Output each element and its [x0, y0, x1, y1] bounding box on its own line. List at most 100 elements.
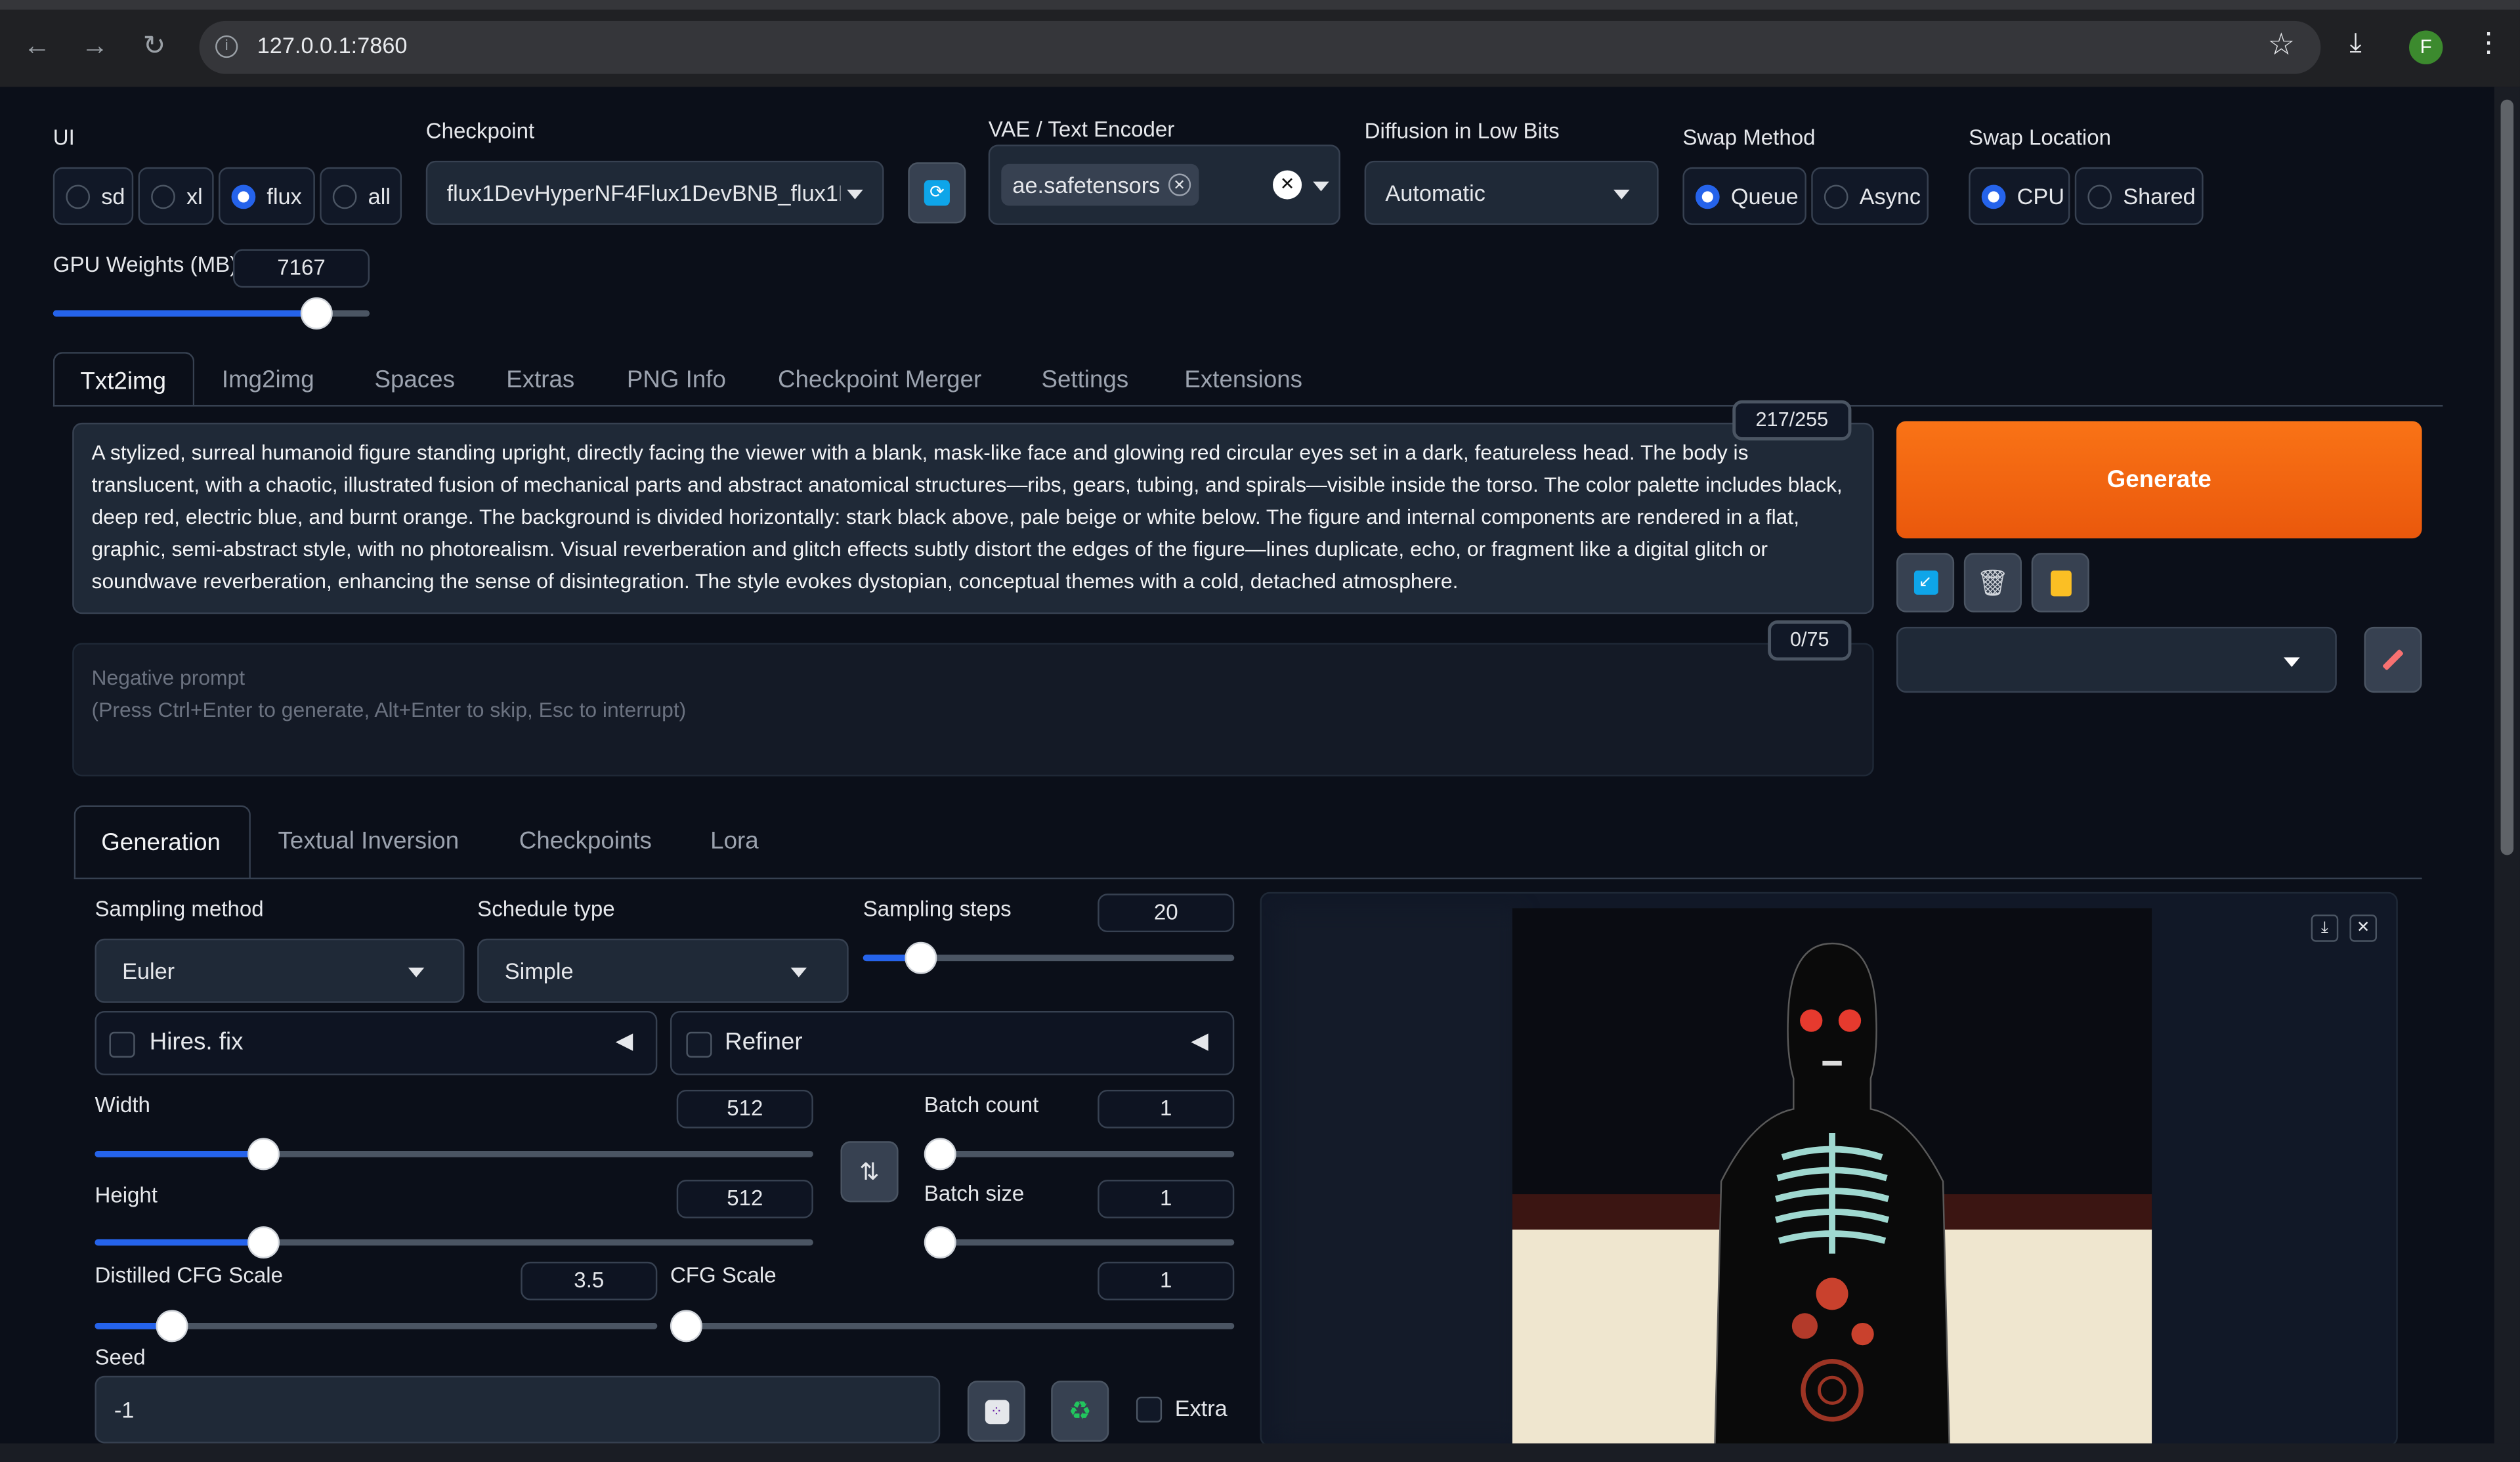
- ui-option-sd[interactable]: sd: [53, 167, 134, 225]
- remove-chip-icon[interactable]: ✕: [1168, 173, 1191, 196]
- tab-img2img[interactable]: Img2img: [222, 366, 314, 394]
- slider-thumb[interactable]: [670, 1310, 702, 1343]
- distilled-cfg-slider[interactable]: [95, 1310, 658, 1343]
- gpu-weights-slider[interactable]: [53, 297, 370, 330]
- batch-size-slider[interactable]: [924, 1226, 1235, 1259]
- vae-chip-label: ae.safetensors: [1012, 171, 1161, 198]
- edit-styles-button[interactable]: [2364, 626, 2422, 693]
- swap-dimensions-button[interactable]: ⇅: [840, 1141, 899, 1203]
- swap-location-shared[interactable]: Shared: [2074, 167, 2204, 225]
- vae-multiselect[interactable]: ae.safetensors ✕ ✕: [988, 144, 1340, 225]
- collapse-left-icon: ◀: [615, 1027, 633, 1053]
- clear-all-icon[interactable]: ✕: [1273, 170, 1302, 200]
- batch-count-slider[interactable]: [924, 1138, 1235, 1171]
- generated-image[interactable]: [1512, 908, 2152, 1446]
- chevron-down-icon[interactable]: [1313, 181, 1329, 192]
- refiner-checkbox[interactable]: [686, 1031, 712, 1058]
- sampling-steps-input[interactable]: 20: [1098, 893, 1235, 933]
- hires-fix-label: Hires. fix: [149, 1028, 244, 1056]
- back-icon[interactable]: ←: [19, 29, 54, 64]
- slider-thumb[interactable]: [924, 1226, 956, 1259]
- subtab-lora[interactable]: Lora: [710, 828, 759, 855]
- width-input[interactable]: 512: [676, 1089, 813, 1129]
- slider-thumb[interactable]: [247, 1226, 280, 1259]
- vae-chip: ae.safetensors ✕: [1001, 163, 1199, 206]
- swap-method-queue[interactable]: Queue: [1682, 167, 1806, 225]
- sampling-method-dropdown[interactable]: Euler: [95, 938, 465, 1003]
- negative-prompt-textarea[interactable]: Negative prompt (Press Ctrl+Enter to gen…: [72, 643, 1874, 777]
- generate-button[interactable]: Generate: [1896, 421, 2422, 539]
- refiner-accordion[interactable]: Refiner ◀: [670, 1010, 1235, 1075]
- forward-icon[interactable]: →: [77, 29, 113, 64]
- styles-dropdown[interactable]: [1896, 626, 2337, 693]
- slider-thumb[interactable]: [247, 1138, 280, 1171]
- gpu-weights-input[interactable]: 7167: [233, 249, 370, 288]
- tab-checkpoint-merger[interactable]: Checkpoint Merger: [778, 366, 981, 394]
- dice-icon: ⁘: [984, 1399, 1009, 1423]
- ui-option-all[interactable]: all: [320, 167, 402, 225]
- batch-size-input[interactable]: 1: [1098, 1180, 1235, 1218]
- profile-avatar[interactable]: F: [2409, 30, 2443, 64]
- tab-divider: [53, 404, 2443, 407]
- slider-thumb[interactable]: [924, 1138, 956, 1171]
- slider-thumb[interactable]: [299, 297, 332, 330]
- low-bits-dropdown[interactable]: Automatic: [1364, 160, 1659, 225]
- gallery-backdrop: [1277, 909, 1519, 1440]
- ui-option-xl[interactable]: xl: [138, 167, 214, 225]
- random-seed-button[interactable]: ⁘: [967, 1381, 1026, 1442]
- distilled-cfg-input[interactable]: 3.5: [521, 1261, 658, 1301]
- read-params-button[interactable]: ↙: [1896, 553, 1955, 613]
- download-icon[interactable]: ⤓: [2349, 28, 2361, 60]
- subtab-generation[interactable]: Generation: [74, 805, 251, 880]
- hires-fix-accordion[interactable]: Hires. fix ◀: [95, 1010, 658, 1075]
- page-scrollbar[interactable]: [2494, 87, 2520, 1446]
- width-slider[interactable]: [95, 1138, 813, 1171]
- tab-spaces[interactable]: Spaces: [374, 366, 455, 394]
- scrollbar-thumb[interactable]: [2500, 99, 2514, 855]
- checkpoint-dropdown[interactable]: flux1DevHyperNF4Flux1DevBNB_flux1De: [425, 160, 884, 225]
- menu-icon[interactable]: ⋮: [2475, 28, 2502, 60]
- download-image-icon[interactable]: ⤓: [2311, 914, 2339, 942]
- trash-icon: 🗑: [1976, 569, 2009, 597]
- cfg-scale-slider[interactable]: [670, 1310, 1235, 1343]
- close-image-icon[interactable]: ✕: [2349, 914, 2378, 942]
- address-bar[interactable]: [199, 20, 2321, 74]
- tab-settings[interactable]: Settings: [1041, 366, 1128, 394]
- extra-seed-checkbox[interactable]: [1136, 1396, 1163, 1423]
- refresh-checkpoint-button[interactable]: ⟳: [908, 162, 966, 224]
- site-info-icon[interactable]: i: [215, 35, 238, 58]
- refresh-icon: ⟳: [924, 180, 950, 206]
- swap-method-label: Swap Method: [1682, 125, 1816, 150]
- swap-arrows-icon: ⇅: [859, 1159, 880, 1186]
- swap-method-async[interactable]: Async: [1811, 167, 1929, 225]
- subtab-checkpoints[interactable]: Checkpoints: [519, 828, 652, 855]
- arrow-icon: ↙: [1913, 570, 1938, 595]
- swap-location-cpu[interactable]: CPU: [1969, 167, 2070, 225]
- clear-prompt-button[interactable]: 🗑: [1963, 553, 2022, 613]
- prompt-textarea[interactable]: A stylized, surreal humanoid figure stan…: [72, 422, 1874, 614]
- tab-extensions[interactable]: Extensions: [1184, 366, 1302, 394]
- hires-fix-checkbox[interactable]: [109, 1031, 135, 1058]
- slider-thumb[interactable]: [156, 1310, 188, 1343]
- sampling-steps-slider[interactable]: [863, 941, 1235, 974]
- schedule-type-dropdown[interactable]: Simple: [477, 938, 849, 1003]
- cfg-scale-input[interactable]: 1: [1098, 1261, 1235, 1301]
- swap-location-radio-group: CPU Shared: [1969, 167, 2204, 225]
- ui-option-flux[interactable]: flux: [218, 167, 315, 225]
- prompt-token-counter: 217/255: [1732, 400, 1852, 441]
- tab-png-info[interactable]: PNG Info: [627, 366, 726, 394]
- slider-thumb[interactable]: [904, 941, 937, 974]
- bookmark-star-icon[interactable]: ☆: [2268, 28, 2296, 64]
- height-input[interactable]: 512: [676, 1180, 813, 1218]
- tab-txt2img[interactable]: Txt2img: [53, 352, 195, 407]
- reload-icon[interactable]: ↻: [137, 29, 172, 64]
- reuse-seed-button[interactable]: ♻: [1051, 1381, 1109, 1442]
- height-slider[interactable]: [95, 1226, 813, 1259]
- seed-value: -1: [114, 1396, 135, 1423]
- subtab-textual-inversion[interactable]: Textual Inversion: [278, 828, 459, 855]
- extra-seed-label: Extra: [1174, 1395, 1228, 1421]
- batch-count-input[interactable]: 1: [1098, 1089, 1235, 1129]
- tab-extras[interactable]: Extras: [506, 366, 574, 394]
- apply-styles-button[interactable]: [2031, 553, 2089, 613]
- seed-input[interactable]: -1: [95, 1375, 941, 1444]
